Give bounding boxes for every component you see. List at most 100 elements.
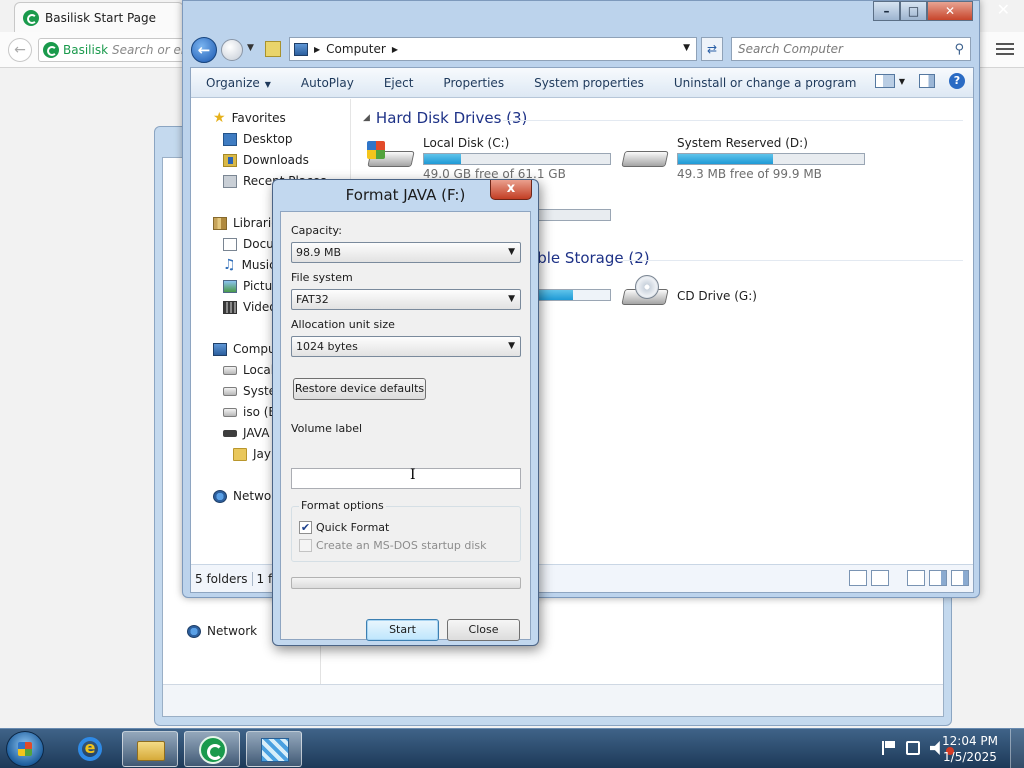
system-reserved-drive-icon[interactable] [621,137,671,175]
format-dialog: Format JAVA (F:) x Capacity: 98.9 MB ▼ Fi… [272,179,539,646]
clock[interactable]: 12:04 PM 1/5/2025 [942,733,998,765]
restore-defaults-button[interactable]: Restore device defaults [293,378,426,400]
format-progress-bar [291,577,521,589]
checkmark-icon: ✔ [299,521,312,534]
organize-button[interactable]: Organize ▼ [191,76,286,90]
quick-format-checkbox[interactable]: ✔ Quick Format [299,521,389,534]
start-button[interactable] [6,731,44,767]
nav-downloads[interactable]: Downloads [223,153,309,167]
uninstall-program-button[interactable]: Uninstall or change a program [659,76,872,90]
refresh-button[interactable]: ⇄ [701,37,723,61]
group-divider [623,260,963,261]
browser-url-bar[interactable]: Basilisk Search or enter [38,38,188,62]
help-icon[interactable]: ? [949,73,965,89]
drive-c-name[interactable]: Local Disk (C:) [423,136,509,150]
close-window-button[interactable]: ✕ [927,1,973,21]
forward-button[interactable] [221,39,243,61]
hard-drive-icon [223,386,237,396]
background-network-item[interactable]: Network [187,624,257,638]
taskbar-ie[interactable]: e [62,731,118,767]
msdos-label: Create an MS-DOS startup disk [316,539,487,552]
network-status-icon[interactable] [906,741,920,755]
cd-drive-icon[interactable] [621,275,671,313]
browser-back-button[interactable]: ← [8,38,32,62]
capacity-label: Capacity: [291,224,342,237]
internet-explorer-icon: e [78,737,102,761]
properties-button[interactable]: Properties [428,76,519,90]
capacity-select[interactable]: 98.9 MB ▼ [291,242,521,263]
network-icon [213,489,227,503]
documents-icon [223,237,237,251]
browser-close-icon[interactable]: ✕ [997,0,1010,19]
taskbar-explorer[interactable] [122,731,178,767]
hard-drive-icon [223,407,237,417]
preview-pane-toggle-icon[interactable] [929,570,947,586]
nav-desktop-label: Desktop [243,132,293,146]
action-center-flag-icon[interactable] [882,741,896,755]
nav-favorites-label: Favorites [231,111,286,125]
quick-format-label: Quick Format [316,521,390,534]
browser-menu-icon[interactable] [996,40,1014,58]
browser-tab[interactable]: Basilisk Start Page [14,2,184,32]
basilisk-logo-icon [23,9,39,26]
volume-label-input[interactable] [291,468,521,489]
drive-c-usage-fill [424,154,462,164]
search-input[interactable]: Search Computer ⚲ [731,37,971,61]
nav-favorites[interactable]: ★ Favorites [213,111,286,125]
pictures-icon [223,279,237,293]
taskbar: e 12:04 PM 1/5/2025 [0,728,1024,768]
folder-up-icon[interactable] [265,41,281,57]
recent-places-icon [223,174,237,188]
search-placeholder: Search Computer [738,42,843,56]
basilisk-logo-icon [43,42,59,58]
group-hard-disks[interactable]: ◢ Hard Disk Drives (3) [363,109,527,127]
address-dropdown-icon[interactable]: ▼ [683,43,690,53]
msdos-startup-checkbox[interactable]: Create an MS-DOS startup disk [299,539,487,552]
nav-music[interactable]: ♫ Music [223,258,276,272]
status-folders: 5 folders [191,571,253,586]
minimize-button[interactable]: – [873,1,900,21]
browser-home-label: Basilisk [63,43,109,57]
collapse-triangle-icon: ◢ [363,113,370,123]
eject-button[interactable]: Eject [369,76,429,90]
browser-search-placeholder: Search or enter [112,43,188,57]
address-bar[interactable]: ▶ Computer ▶ ▼ [289,37,697,61]
file-system-select[interactable]: FAT32 ▼ [291,289,521,310]
drive-d-free: 49.3 MB free of 99.9 MB [677,167,822,181]
maximize-button[interactable]: □ [900,1,927,21]
downloads-icon [223,153,237,167]
start-button[interactable]: Start [366,619,439,641]
local-disk-drive-icon[interactable] [367,137,417,175]
computer-icon [294,42,308,56]
star-icon: ★ [213,110,226,126]
drive-g-name[interactable]: CD Drive (G:) [677,289,757,303]
search-icon: ⚲ [954,41,964,57]
nav-desktop[interactable]: Desktop [223,132,293,146]
taskbar-format[interactable] [246,731,302,767]
taskbar-basilisk[interactable] [184,731,240,767]
back-button[interactable]: ← [191,37,217,63]
chevron-down-icon: ▼ [508,247,515,257]
drive-d-name[interactable]: System Reserved (D:) [677,136,808,150]
navigation-pane-toggle-icon[interactable] [907,570,925,586]
details-pane-toggle-icon[interactable] [951,570,969,586]
show-desktop-button[interactable] [1010,729,1024,768]
dialog-close-icon[interactable]: x [490,180,532,200]
allocation-select[interactable]: 1024 bytes ▼ [291,336,521,357]
close-button[interactable]: Close [447,619,520,641]
preview-pane-icon[interactable] [919,74,935,88]
system-properties-button[interactable]: System properties [519,76,659,90]
chevron-down-icon: ▼ [264,79,271,89]
group-divider [503,120,963,121]
group-hard-disks-label: Hard Disk Drives (3) [375,109,528,127]
background-statusbar [163,684,943,716]
change-view-icon[interactable] [874,74,895,88]
large-icons-view-icon[interactable] [871,570,889,586]
explorer-navigation-row: ← ▼ ▶ Computer ▶ ▼ ⇄ Search Computer ⚲ [183,33,979,65]
organize-label: Organize [206,75,260,90]
allocation-value: 1024 bytes [296,340,358,353]
view-dropdown-icon[interactable]: ▼ [899,77,905,86]
details-view-icon[interactable] [849,570,867,586]
recent-pages-chevron-icon[interactable]: ▼ [247,43,254,53]
autoplay-button[interactable]: AutoPlay [286,76,369,90]
